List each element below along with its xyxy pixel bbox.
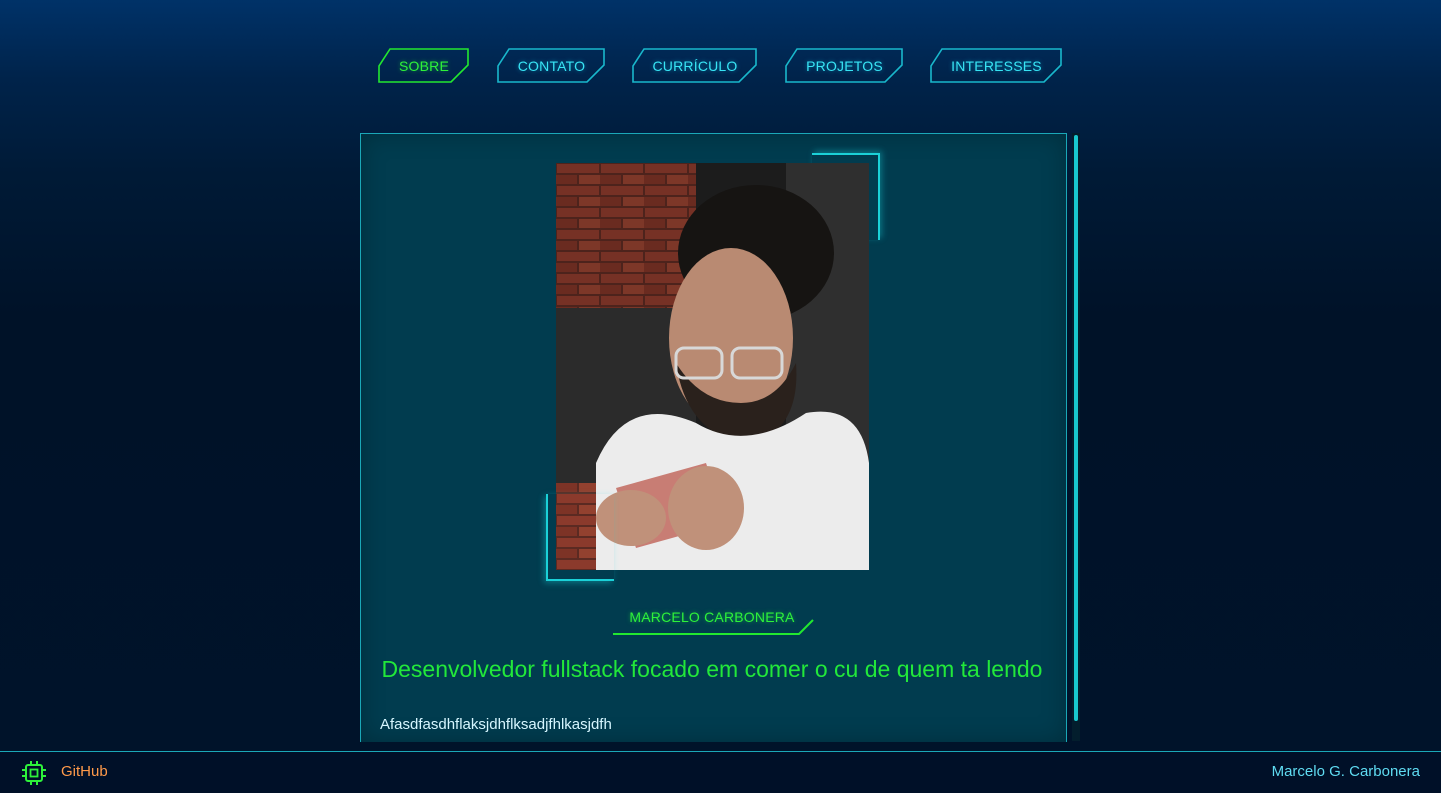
- tab-sobre[interactable]: SOBRE: [378, 48, 470, 84]
- body-text: Afasdfasdhflaksjdhflksadjfhlkasjdfh: [380, 716, 612, 733]
- tab-label: CURRÍCULO: [652, 58, 738, 74]
- photo-frame-corner-bottom-left: [546, 494, 614, 581]
- scrollbar-thumb[interactable]: [1074, 135, 1078, 721]
- github-link[interactable]: GitHub: [61, 763, 108, 780]
- tab-curriculo[interactable]: CURRÍCULO: [632, 48, 758, 84]
- about-panel: MARCELO CARBONERA Desenvolvedor fullstac…: [360, 133, 1067, 742]
- tab-interesses[interactable]: INTERESSES: [930, 48, 1063, 84]
- tab-label: SOBRE: [398, 58, 449, 74]
- footer: GitHub Marcelo G. Carbonera: [0, 751, 1441, 793]
- name-badge: MARCELO CARBONERA: [612, 608, 816, 638]
- author-name: Marcelo G. Carbonera: [1271, 763, 1420, 780]
- tab-contato[interactable]: CONTATO: [497, 48, 606, 84]
- tab-label: CONTATO: [517, 58, 586, 74]
- tab-label: INTERESSES: [951, 58, 1042, 74]
- headline: Desenvolvedor fullstack focado em comer …: [381, 656, 1043, 682]
- chip-icon[interactable]: [22, 761, 46, 785]
- tab-label: PROJETOS: [806, 58, 883, 74]
- tab-projetos[interactable]: PROJETOS: [785, 48, 904, 84]
- name-underline: [613, 619, 814, 635]
- main-nav: SOBRE CONTATO CURRÍCULO PROJETOS INTERES…: [0, 48, 1441, 84]
